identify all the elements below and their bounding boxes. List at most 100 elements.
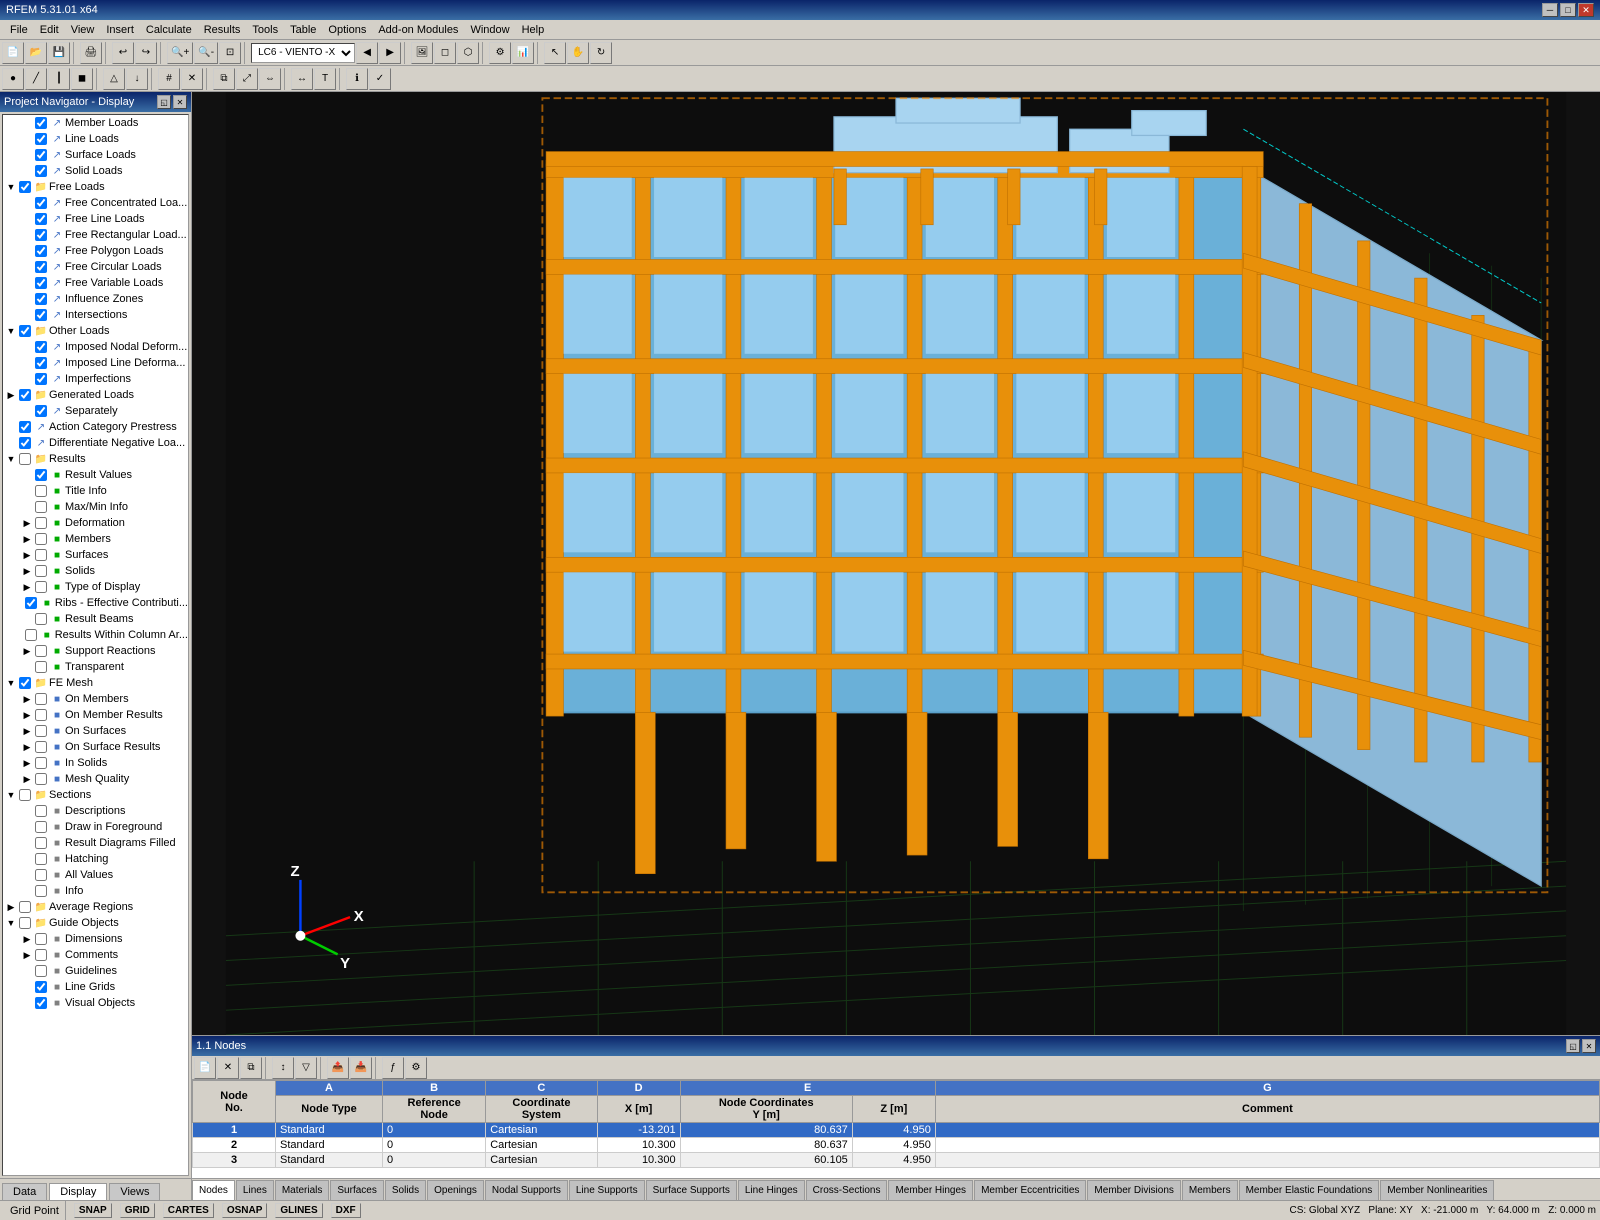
cell-2-x[interactable]: 10.300 bbox=[597, 1138, 680, 1153]
tree-toggle-on-member-results[interactable]: ▶ bbox=[21, 709, 33, 721]
tree-item-all-values[interactable]: ■All Values bbox=[3, 867, 188, 883]
minimize-button[interactable]: ─ bbox=[1542, 3, 1558, 17]
tree-toggle-guide-objects[interactable]: ▼ bbox=[5, 917, 17, 929]
tree-item-separately[interactable]: ↗Separately bbox=[3, 403, 188, 419]
bottom-tab-openings[interactable]: Openings bbox=[427, 1180, 484, 1200]
tree-checkbox-separately[interactable] bbox=[35, 405, 47, 417]
tree-checkbox-results-within-col[interactable] bbox=[25, 629, 37, 641]
dt-copy-row[interactable]: ⧉ bbox=[240, 1057, 262, 1079]
tree-item-result-diagrams-filled[interactable]: ■Result Diagrams Filled bbox=[3, 835, 188, 851]
tab-data[interactable]: Data bbox=[2, 1183, 47, 1200]
tree-toggle-fe-mesh[interactable]: ▼ bbox=[5, 677, 17, 689]
tree-checkbox-on-surfaces[interactable] bbox=[35, 725, 47, 737]
tree-toggle-on-surfaces[interactable]: ▶ bbox=[21, 725, 33, 737]
tree-checkbox-solid-loads[interactable] bbox=[35, 165, 47, 177]
tree-checkbox-surface-loads[interactable] bbox=[35, 149, 47, 161]
status-cartes[interactable]: CARTES bbox=[163, 1203, 214, 1218]
tree-toggle-type-of-display[interactable]: ▶ bbox=[21, 581, 33, 593]
close-button[interactable]: ✕ bbox=[1578, 3, 1594, 17]
table-wrapper[interactable]: NodeNo. A B C D E G Node Type ReferenceN… bbox=[192, 1080, 1600, 1178]
tb2-support[interactable]: △ bbox=[103, 68, 125, 90]
tree-checkbox-other-loads[interactable] bbox=[19, 325, 31, 337]
tb-wireframe[interactable]: ⬡ bbox=[457, 42, 479, 64]
cell-3-node-type[interactable]: Standard bbox=[276, 1153, 383, 1168]
tree-item-type-of-display[interactable]: ▶■Type of Display bbox=[3, 579, 188, 595]
tree-item-solid-loads[interactable]: ↗Solid Loads bbox=[3, 163, 188, 179]
tree-item-title-info[interactable]: ■Title Info bbox=[3, 483, 188, 499]
tree-toggle-generated-loads[interactable]: ▶ bbox=[5, 389, 17, 401]
tree-item-action-category[interactable]: ↗Action Category Prestress bbox=[3, 419, 188, 435]
status-dxf[interactable]: DXF bbox=[331, 1203, 361, 1218]
tb-zoom-out[interactable]: 🔍- bbox=[194, 42, 218, 64]
tree-checkbox-hatching[interactable] bbox=[35, 853, 47, 865]
tree-item-results-within-col[interactable]: ■Results Within Column Ar... bbox=[3, 627, 188, 643]
cell-1-node-type[interactable]: Standard bbox=[276, 1123, 383, 1138]
tb2-node[interactable]: ● bbox=[2, 68, 24, 90]
tb2-renumber[interactable]: # bbox=[158, 68, 180, 90]
tree-item-visual-objects[interactable]: ■Visual Objects bbox=[3, 995, 188, 1011]
tb-next-lc[interactable]: ▶ bbox=[379, 42, 401, 64]
bottom-tab-solids[interactable]: Solids bbox=[385, 1180, 426, 1200]
tree-toggle-in-solids[interactable]: ▶ bbox=[21, 757, 33, 769]
tree-checkbox-members-res[interactable] bbox=[35, 533, 47, 545]
tree-toggle-surfaces-res[interactable]: ▶ bbox=[21, 549, 33, 561]
tree-checkbox-influence-zones[interactable] bbox=[35, 293, 47, 305]
dt-export[interactable]: 📤 bbox=[327, 1057, 349, 1079]
tree-checkbox-guidelines[interactable] bbox=[35, 965, 47, 977]
status-grid[interactable]: GRID bbox=[120, 1203, 155, 1218]
tree-checkbox-in-solids[interactable] bbox=[35, 757, 47, 769]
tree-checkbox-type-of-display[interactable] bbox=[35, 581, 47, 593]
tree-item-guide-objects[interactable]: ▼📁Guide Objects bbox=[3, 915, 188, 931]
menu-edit[interactable]: Edit bbox=[34, 22, 65, 38]
tree-item-differentiate-neg[interactable]: ↗Differentiate Negative Loa... bbox=[3, 435, 188, 451]
tree-item-members-res[interactable]: ▶■Members bbox=[3, 531, 188, 547]
tree-checkbox-surfaces-res[interactable] bbox=[35, 549, 47, 561]
status-glines[interactable]: GLINES bbox=[275, 1203, 322, 1218]
tree-item-free-circular[interactable]: ↗Free Circular Loads bbox=[3, 259, 188, 275]
tree-container[interactable]: ↗Member Loads↗Line Loads↗Surface Loads↗S… bbox=[2, 114, 189, 1176]
tree-checkbox-result-values[interactable] bbox=[35, 469, 47, 481]
tree-checkbox-fe-mesh[interactable] bbox=[19, 677, 31, 689]
bottom-tab-surface-supports[interactable]: Surface Supports bbox=[646, 1180, 737, 1200]
tree-item-comments[interactable]: ▶■Comments bbox=[3, 947, 188, 963]
lc-selector[interactable]: LC6 - VIENTO -X bbox=[251, 43, 355, 63]
cell-3-x[interactable]: 10.300 bbox=[597, 1153, 680, 1168]
cell-2-node-no[interactable]: 2 bbox=[193, 1138, 276, 1153]
tree-checkbox-intersections[interactable] bbox=[35, 309, 47, 321]
tree-item-support-reactions[interactable]: ▶■Support Reactions bbox=[3, 643, 188, 659]
tree-item-transparent[interactable]: ■Transparent bbox=[3, 659, 188, 675]
tree-checkbox-free-rectangular[interactable] bbox=[35, 229, 47, 241]
tree-item-draw-in-foreground[interactable]: ■Draw in Foreground bbox=[3, 819, 188, 835]
tb-open[interactable]: 📂 bbox=[25, 42, 47, 64]
tree-checkbox-descriptions[interactable] bbox=[35, 805, 47, 817]
tree-item-line-grids[interactable]: ■Line Grids bbox=[3, 979, 188, 995]
tb2-info[interactable]: ℹ bbox=[346, 68, 368, 90]
cell-3-z[interactable]: 4.950 bbox=[852, 1153, 935, 1168]
tb2-load[interactable]: ↓ bbox=[126, 68, 148, 90]
tb-view3d[interactable]: ◻ bbox=[434, 42, 456, 64]
menu-file[interactable]: File bbox=[4, 22, 34, 38]
tree-item-result-beams[interactable]: ■Result Beams bbox=[3, 611, 188, 627]
dt-formula[interactable]: ƒ bbox=[382, 1057, 404, 1079]
tree-toggle-support-reactions[interactable]: ▶ bbox=[21, 645, 33, 657]
status-osnap[interactable]: OSNAP bbox=[222, 1203, 268, 1218]
tree-item-result-values[interactable]: ■Result Values bbox=[3, 467, 188, 483]
tree-checkbox-free-line-loads[interactable] bbox=[35, 213, 47, 225]
tree-item-deformation[interactable]: ▶■Deformation bbox=[3, 515, 188, 531]
tb2-dimension[interactable]: ↔ bbox=[291, 68, 313, 90]
tree-toggle-mesh-quality[interactable]: ▶ bbox=[21, 773, 33, 785]
tree-item-imperfections[interactable]: ↗Imperfections bbox=[3, 371, 188, 387]
tb-render[interactable]: 🖼 bbox=[411, 42, 433, 64]
menu-view[interactable]: View bbox=[65, 22, 101, 38]
viewport-inner[interactable]: Z X Y bbox=[192, 92, 1600, 1035]
menu-results[interactable]: Results bbox=[198, 22, 247, 38]
tree-item-line-loads[interactable]: ↗Line Loads bbox=[3, 131, 188, 147]
tree-item-generated-loads[interactable]: ▶📁Generated Loads bbox=[3, 387, 188, 403]
menu-window[interactable]: Window bbox=[464, 22, 515, 38]
cell-2-y[interactable]: 80.637 bbox=[680, 1138, 852, 1153]
tb-select[interactable]: ↖ bbox=[544, 42, 566, 64]
cell-3-y[interactable]: 60.105 bbox=[680, 1153, 852, 1168]
tree-checkbox-comments[interactable] bbox=[35, 949, 47, 961]
tree-checkbox-on-surface-results[interactable] bbox=[35, 741, 47, 753]
tree-toggle-solids-res[interactable]: ▶ bbox=[21, 565, 33, 577]
